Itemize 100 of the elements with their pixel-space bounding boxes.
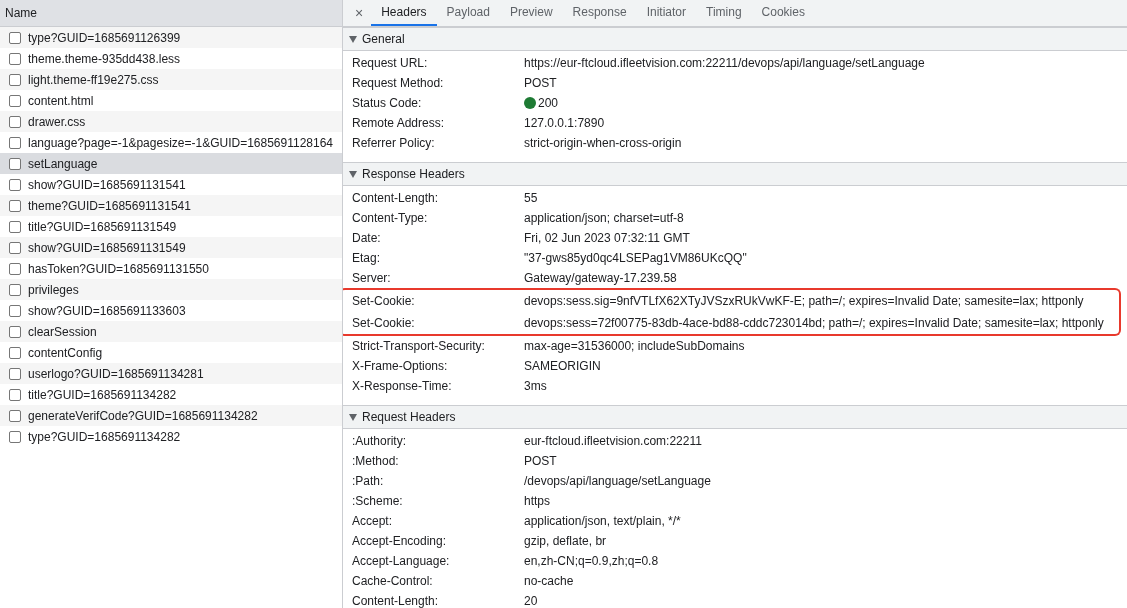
- checkbox[interactable]: [9, 31, 21, 44]
- tab[interactable]: Response: [562, 0, 637, 26]
- tab[interactable]: Preview: [499, 0, 563, 26]
- tab[interactable]: Initiator: [636, 0, 696, 26]
- checkbox[interactable]: [9, 283, 21, 296]
- request-name: title?GUID=1685691131549: [28, 219, 177, 234]
- header-value: 55: [524, 191, 538, 205]
- request-row[interactable]: userlogo?GUID=1685691134281: [0, 363, 342, 384]
- request-name: clearSession: [28, 324, 97, 339]
- header-value: 3ms: [524, 379, 547, 393]
- header-name: Date:: [352, 231, 382, 245]
- header-value: strict-origin-when-cross-origin: [524, 136, 682, 150]
- header-value: SAMEORIGIN: [524, 359, 601, 373]
- header-value: max-age=31536000; includeSubDomains: [524, 339, 745, 353]
- close-button[interactable]: ×: [347, 0, 372, 26]
- header-name: Content-Length:: [352, 191, 440, 205]
- request-row[interactable]: privileges: [0, 279, 342, 300]
- checkbox[interactable]: [9, 157, 21, 170]
- header-value: 200: [538, 96, 559, 110]
- header-name: X-Response-Time:: [352, 379, 453, 393]
- checkbox[interactable]: [9, 388, 21, 401]
- checkbox[interactable]: [9, 115, 21, 128]
- checkbox[interactable]: [9, 178, 21, 191]
- header-name: Server:: [352, 271, 392, 285]
- request-row[interactable]: drawer.css: [0, 111, 342, 132]
- header-name: :Path:: [352, 474, 385, 488]
- request-row[interactable]: generateVerifCode?GUID=1685691134282: [0, 405, 342, 426]
- header-value: https://eur-ftcloud.ifleetvision.com:22211/devops/api/language/setLanguage: [524, 56, 925, 70]
- checkbox[interactable]: [9, 241, 21, 254]
- checkbox[interactable]: [9, 409, 21, 422]
- header-value: "37-gws85yd0qc4LSEPag1VM86UKcQQ": [524, 251, 747, 265]
- checkbox[interactable]: [9, 346, 21, 359]
- header-value: eur-ftcloud.ifleetvision.com:22211: [524, 434, 702, 448]
- section-header[interactable]: Response Headers: [343, 162, 1127, 186]
- header-name: Set-Cookie:: [352, 294, 416, 308]
- request-name: setLanguage: [28, 156, 98, 171]
- header-name: Content-Type:: [352, 211, 429, 225]
- triangle-icon: [349, 413, 357, 421]
- header-name: Request URL:: [352, 56, 429, 70]
- checkbox[interactable]: [9, 325, 21, 338]
- header-name: X-Frame-Options:: [352, 359, 449, 373]
- request-name: type?GUID=1685691126399: [28, 30, 181, 45]
- request-name: show?GUID=1685691131549: [28, 240, 186, 255]
- header-value: application/json, text/plain, */*: [524, 514, 681, 528]
- checkbox[interactable]: [9, 304, 21, 317]
- header-name: Accept-Encoding:: [352, 534, 448, 548]
- checkbox[interactable]: [9, 73, 21, 86]
- request-name: contentConfig: [28, 345, 103, 360]
- header-name: :Method:: [352, 454, 400, 468]
- checkbox[interactable]: [9, 430, 21, 443]
- request-row[interactable]: show?GUID=1685691131549: [0, 237, 342, 258]
- triangle-icon: [349, 170, 357, 178]
- header-name: Strict-Transport-Security:: [352, 339, 486, 353]
- request-row[interactable]: setLanguage: [0, 153, 342, 174]
- request-name: show?GUID=1685691133603: [28, 303, 186, 318]
- request-name: theme?GUID=1685691131541: [28, 198, 191, 213]
- checkbox[interactable]: [9, 136, 21, 149]
- checkbox[interactable]: [9, 199, 21, 212]
- request-row[interactable]: type?GUID=1685691126399: [0, 27, 342, 48]
- header-value: devops:sess=72f00775-83db-4ace-bd88-cddc723014bd; path=/; expires=Invalid Date; samesite=lax; httponly: [524, 316, 1104, 330]
- request-name: type?GUID=1685691134282: [28, 429, 181, 444]
- header-value: https: [524, 494, 550, 508]
- checkbox[interactable]: [9, 262, 21, 275]
- header-name: Remote Address:: [352, 116, 446, 130]
- header-name: Cache-Control:: [352, 574, 434, 588]
- request-name: privileges: [28, 282, 79, 297]
- request-name: drawer.css: [28, 114, 86, 129]
- header-value: 20: [524, 594, 538, 608]
- header-value: application/json; charset=utf-8: [524, 211, 684, 225]
- header-value: POST: [524, 454, 557, 468]
- request-row[interactable]: clearSession: [0, 321, 342, 342]
- header-value: 127.0.0.1:7890: [524, 116, 605, 130]
- request-name: hasToken?GUID=1685691131550: [28, 261, 209, 276]
- header-name: Status Code:: [352, 96, 423, 110]
- checkbox[interactable]: [9, 52, 21, 65]
- request-name: language?page=-1&pagesize=-1&GUID=1685691128164: [28, 135, 334, 150]
- request-row[interactable]: light.theme-ff19e275.css: [0, 69, 342, 90]
- checkbox[interactable]: [9, 94, 21, 107]
- tab[interactable]: Timing: [696, 0, 752, 26]
- header-value: POST: [524, 76, 557, 90]
- section-title: General: [362, 32, 405, 46]
- checkbox[interactable]: [9, 220, 21, 233]
- tab[interactable]: Cookies: [751, 0, 815, 26]
- section-header[interactable]: General: [343, 27, 1127, 51]
- checkbox[interactable]: [9, 367, 21, 380]
- header-name: Content-Length:: [352, 594, 440, 608]
- request-name: light.theme-ff19e275.css: [28, 72, 159, 87]
- request-name: title?GUID=1685691134282: [28, 387, 177, 402]
- request-row[interactable]: theme?GUID=1685691131541: [0, 195, 342, 216]
- tab[interactable]: Payload: [436, 0, 500, 26]
- section-header[interactable]: Request Headers: [343, 405, 1127, 429]
- header-name: Set-Cookie:: [352, 316, 416, 330]
- header-name: Accept-Language:: [352, 554, 451, 568]
- column-header[interactable]: Name: [0, 0, 342, 27]
- header-name: :Authority:: [352, 434, 408, 448]
- header-name: Referrer Policy:: [352, 136, 436, 150]
- request-name: generateVerifCode?GUID=1685691134282: [28, 408, 258, 423]
- triangle-icon: [349, 35, 357, 43]
- header-value: no-cache: [524, 574, 574, 588]
- request-name: theme.theme-935dd438.less: [28, 51, 181, 66]
